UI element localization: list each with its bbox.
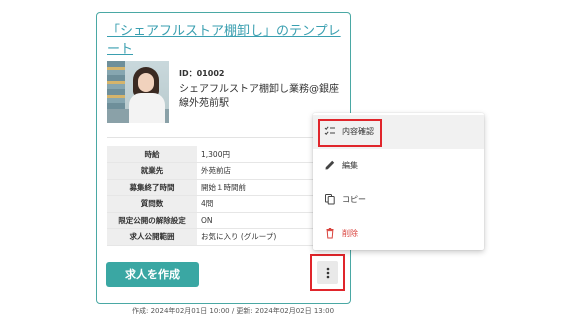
- row-label: 就業先: [107, 162, 197, 180]
- row-label: 求人公開範囲: [107, 228, 197, 246]
- context-menu: 内容確認 編集 コピー 削除: [313, 113, 484, 250]
- timestamps: 作成: 2024年02月01日 10:00 / 更新: 2024年02月02日 …: [132, 307, 335, 315]
- row-label: 時給: [107, 146, 197, 163]
- row-label: 募集終了時間: [107, 179, 197, 196]
- table-row: 限定公開の解除設定 ON: [107, 212, 341, 229]
- menu-item-highlight: [318, 119, 382, 147]
- menu-item-delete[interactable]: 削除: [313, 217, 484, 251]
- job-name: シェアフルストア棚卸し業務@銀座線外苑前駅: [179, 84, 339, 109]
- table-row: 時給 1,300円: [107, 146, 341, 163]
- template-id: ID：01002: [179, 69, 225, 78]
- menu-item-label: コピー: [342, 195, 366, 204]
- more-button-highlight: [310, 254, 345, 291]
- table-row: 質問数 4問: [107, 195, 341, 213]
- table-row: 就業先 外苑前店: [107, 162, 341, 180]
- create-job-button[interactable]: 求人を作成: [106, 262, 199, 287]
- trash-icon: [326, 228, 334, 239]
- table-row: 募集終了時間 開始１時間前: [107, 179, 341, 196]
- menu-item-label: 編集: [342, 161, 358, 170]
- copy-icon: [325, 194, 335, 205]
- job-photo: [107, 61, 169, 123]
- more-options-button[interactable]: [317, 261, 338, 284]
- info-table: 時給 1,300円 就業先 外苑前店 募集終了時間 開始１時間前 質問数 4問 …: [107, 146, 341, 246]
- divider: [107, 137, 341, 138]
- row-label: 質問数: [107, 195, 197, 213]
- menu-item-view[interactable]: 内容確認: [313, 115, 484, 149]
- menu-item-copy[interactable]: コピー: [313, 183, 484, 217]
- pencil-icon: [325, 160, 335, 170]
- template-title-link[interactable]: 「シェアフルストア棚卸し」のテンプレート: [107, 23, 345, 59]
- table-row: 求人公開範囲 お気に入り (グループ): [107, 228, 341, 246]
- menu-item-label: 削除: [342, 229, 358, 238]
- more-vert-icon: [326, 267, 329, 278]
- menu-item-edit[interactable]: 編集: [313, 149, 484, 183]
- row-label: 限定公開の解除設定: [107, 212, 197, 229]
